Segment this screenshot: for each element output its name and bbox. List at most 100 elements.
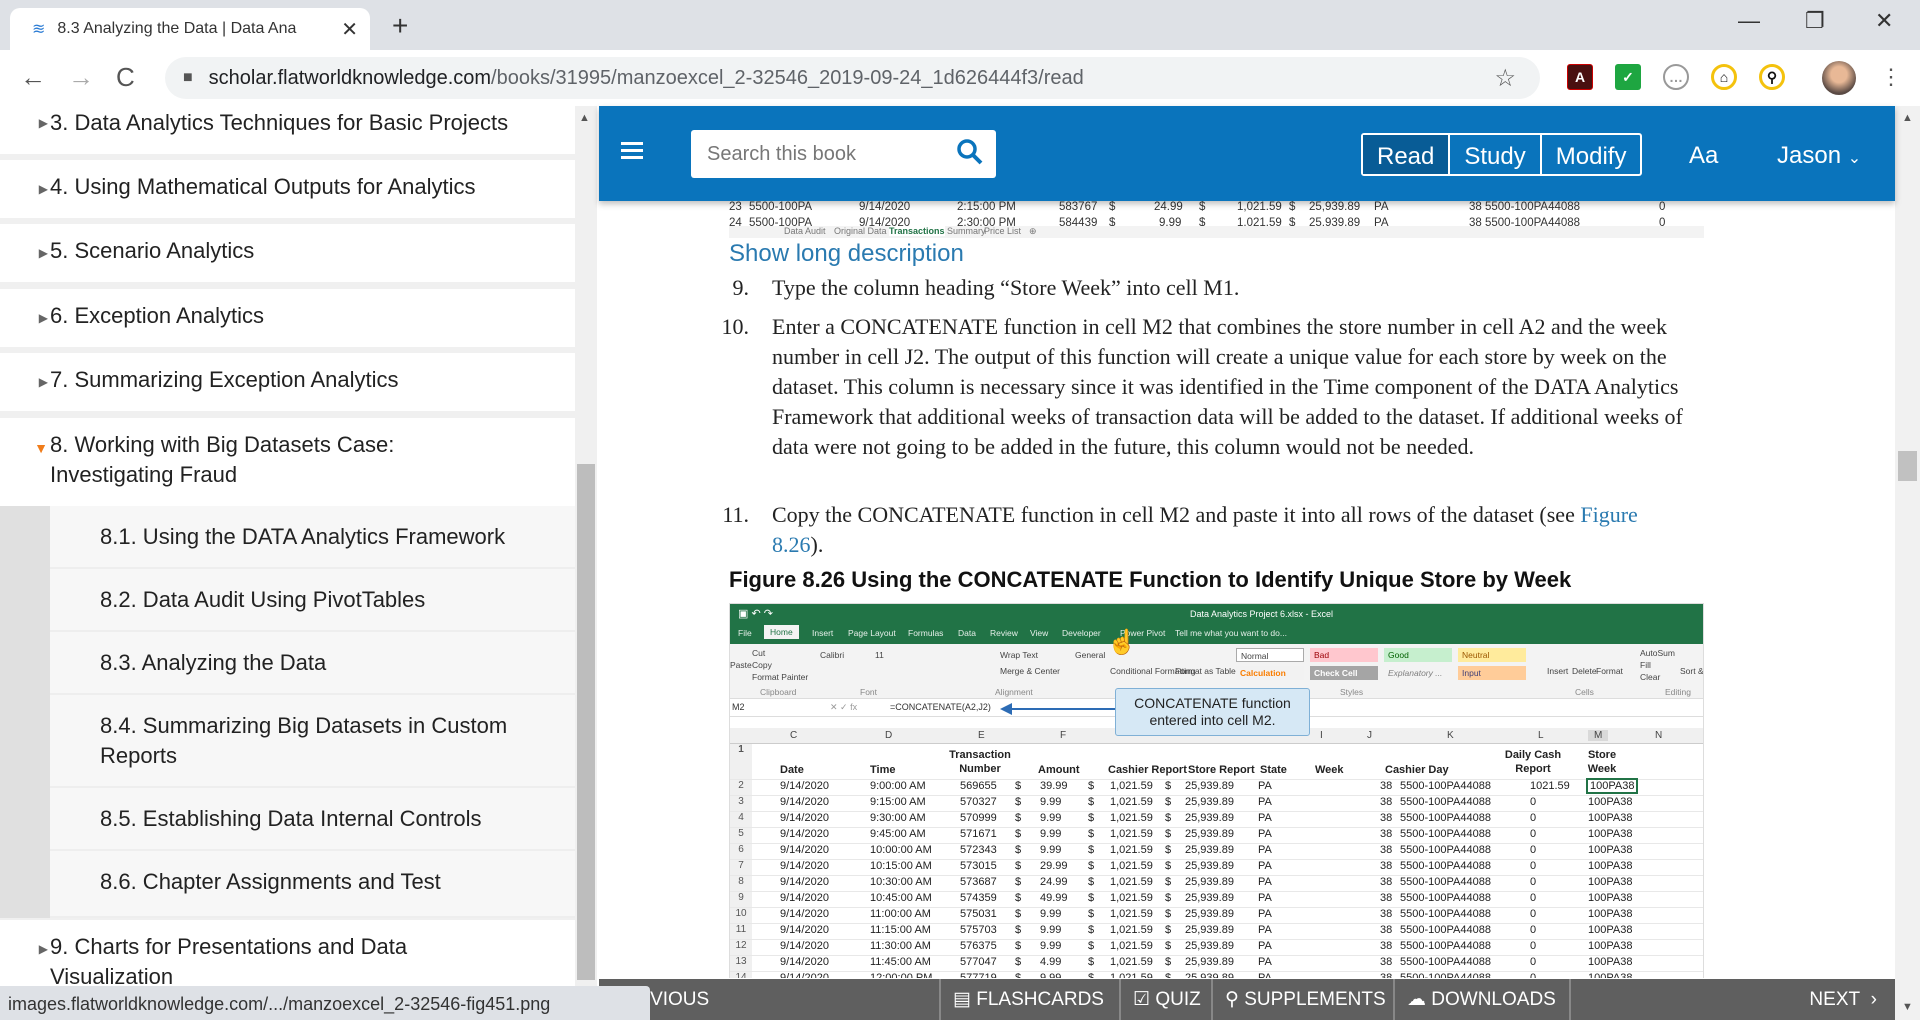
toc-section-8-5[interactable]: 8.5. Establishing Data Internal Controls	[50, 788, 575, 851]
cell-state: PA	[1258, 924, 1272, 936]
user-menu[interactable]: Jason ⌄	[1777, 142, 1861, 170]
excel-menu-item: View	[1030, 628, 1049, 638]
scroll-up-icon[interactable]: ▲	[1902, 112, 1913, 124]
search-input[interactable]: Search this book	[691, 130, 996, 178]
browser-tab[interactable]: ≋ 8.3 Analyzing the Data | Data Ana ✕	[10, 8, 370, 50]
toc-section-8-4[interactable]: 8.4. Summarizing Big Datasets in Custom …	[50, 695, 575, 788]
cell-date: 9/14/2020	[780, 972, 829, 978]
toc-chapter-5[interactable]: ▶ 5. Scenario Analytics	[0, 224, 575, 282]
cell-daily: 0	[1530, 860, 1537, 872]
page-scrollbar[interactable]: ▲ ▼	[1895, 106, 1920, 1020]
table-row: 6 9/14/2020 10:00:00 AM 572343 $9.99 $1,021.5…	[730, 844, 1703, 860]
sheet-tab[interactable]: Data Audit	[784, 226, 826, 236]
currency-symbol: $	[1165, 972, 1172, 978]
flashcards-icon: ▤	[953, 989, 977, 1010]
supplements-button[interactable]: ⚲ SUPPLEMENTS	[1211, 979, 1398, 1020]
cell-time: 11:45:00 AM	[870, 956, 931, 968]
mode-read-button[interactable]: Read	[1363, 135, 1449, 174]
sidebar-scroll-thumb[interactable]	[577, 464, 595, 980]
cell-date: 9/14/2020	[780, 908, 829, 920]
bookmark-star-icon[interactable]: ☆	[1494, 64, 1516, 93]
minimize-icon[interactable]: —	[1738, 8, 1760, 34]
cell-daily: 0	[1530, 796, 1537, 808]
new-tab-button[interactable]: +	[392, 10, 408, 42]
profile-avatar[interactable]	[1822, 61, 1856, 95]
excel-doc-title: Data Analytics Project 6.xlsx - Excel	[1190, 609, 1334, 619]
close-tab-icon[interactable]: ✕	[341, 17, 358, 42]
toc-section-8-3[interactable]: 8.3. Analyzing the Data	[50, 632, 575, 695]
font-size-button[interactable]: Aa	[1689, 142, 1718, 170]
cell-sw: 100PA38	[1585, 778, 1639, 794]
reload-icon[interactable]: C	[116, 62, 135, 93]
toc-chapter-8[interactable]: ▼ 8. Working with Big Datasets Case: Inv…	[0, 418, 575, 506]
page-scroll-thumb[interactable]	[1898, 451, 1917, 481]
sheet-tab-active[interactable]: Transactions	[889, 226, 945, 236]
quiz-button[interactable]: ☑ QUIZ	[1119, 979, 1213, 1020]
cell-txn: 573687	[960, 876, 997, 888]
cell-state: PA	[1258, 940, 1272, 952]
sheet-tab[interactable]: Original Data	[834, 226, 887, 236]
cell-date: 9/14/2020	[780, 828, 829, 840]
cell-amount: 24.99	[1040, 876, 1068, 888]
sheet-tab-bar: Data Audit Original Data Transactions Su…	[729, 226, 1704, 238]
toc-chapter-9[interactable]: ▶ 9. Charts for Presentations and Data V…	[0, 920, 575, 986]
excel-menu-item: Page Layout	[848, 628, 896, 638]
adobe-acrobat-icon[interactable]: A	[1567, 64, 1593, 90]
toc-chapter-7[interactable]: ▶ 7. Summarizing Exception Analytics	[0, 353, 575, 411]
address-bar[interactable]: ■ scholar.flatworldknowledge.com/books/3…	[165, 57, 1540, 99]
toc-section-8-2[interactable]: 8.2. Data Audit Using PivotTables	[50, 569, 575, 632]
show-long-description-link[interactable]: Show long description	[729, 240, 964, 268]
currency-symbol: $	[1165, 828, 1172, 840]
cell-time: 9:00:00 AM	[870, 780, 926, 792]
cell-time: 12:00:00 PM	[870, 972, 933, 978]
row-number: 14	[730, 972, 752, 978]
currency-symbol: $	[1015, 892, 1022, 904]
cell-time: 10:00:00 AM	[870, 844, 932, 856]
caret-right-icon: ▶	[38, 182, 48, 196]
toc-section-8-1[interactable]: 8.1. Using the DATA Analytics Framework	[50, 506, 575, 569]
table-row: 14 9/14/2020 12:00:00 PM 577719 $9.99 $1,021.…	[730, 972, 1703, 978]
mode-modify-button[interactable]: Modify	[1539, 135, 1641, 174]
cell-amount: 9.99	[1040, 940, 1062, 952]
next-button[interactable]: NEXT ›	[1569, 979, 1895, 1020]
speech-bubble-icon[interactable]: …	[1663, 64, 1689, 90]
cell-cashier: 1,021.59	[1110, 956, 1153, 968]
excel-figure[interactable]: ▣ ↶ ↷ Data Analytics Project 6.xlsx - Ex…	[729, 603, 1704, 978]
flashcards-button[interactable]: ▤ FLASHCARDS	[939, 979, 1116, 1020]
cell-daily: 0	[1530, 972, 1537, 978]
cell-date: 9/14/2020	[780, 780, 829, 792]
search-circle-icon[interactable]: ⚲	[1759, 64, 1785, 90]
search-icon[interactable]	[956, 138, 984, 166]
caret-right-icon: ▶	[38, 375, 48, 389]
currency-symbol: $	[1165, 860, 1172, 872]
sheet-tab[interactable]: Price List	[984, 226, 1021, 236]
add-sheet-icon[interactable]: ⊕	[1029, 226, 1037, 237]
previous-button[interactable]: PREVIOUS	[599, 979, 939, 1020]
currency-symbol: $	[1088, 940, 1095, 952]
table-row: 3 9/14/2020 9:15:00 AM 570327 $9.99 $1,021.59…	[730, 796, 1703, 812]
back-icon[interactable]: ←	[20, 62, 46, 93]
toc-chapter-3[interactable]: ▶ 3. Data Analytics Techniques for Basic…	[0, 106, 575, 154]
toc-chapter-6[interactable]: ▶ 6. Exception Analytics	[0, 289, 575, 347]
window-close-icon[interactable]: ✕	[1875, 8, 1893, 34]
toc-section-8-6[interactable]: 8.6. Chapter Assignments and Test	[50, 851, 575, 918]
green-check-icon[interactable]: ✓	[1615, 64, 1641, 90]
sheet-tab[interactable]: Summary	[947, 226, 986, 236]
mode-study-button[interactable]: Study	[1448, 135, 1539, 174]
cell-week: 38	[1380, 908, 1393, 920]
restore-icon[interactable]: ❐	[1805, 8, 1825, 34]
browser-menu-icon[interactable]: ⋮	[1880, 64, 1902, 90]
section-indent-bar	[0, 506, 50, 918]
hamburger-menu-icon[interactable]	[621, 142, 643, 160]
cell-week: 38	[1380, 828, 1393, 840]
forward-icon[interactable]: →	[68, 62, 94, 93]
table-row: 7 9/14/2020 10:15:00 AM 573015 $29.99 $1,021.…	[730, 860, 1703, 876]
scroll-up-icon[interactable]: ▲	[579, 112, 590, 124]
sidebar-scrollbar[interactable]: ▲	[575, 106, 597, 986]
cell-week: 38	[1380, 844, 1393, 856]
scroll-down-icon[interactable]: ▼	[1902, 1001, 1913, 1013]
home-circle-icon[interactable]: ⌂	[1711, 64, 1737, 90]
cell-sw: 100PA38	[1588, 908, 1633, 920]
downloads-button[interactable]: ☁ DOWNLOADS	[1393, 979, 1568, 1020]
toc-chapter-4[interactable]: ▶ 4. Using Mathematical Outputs for Anal…	[0, 160, 575, 218]
